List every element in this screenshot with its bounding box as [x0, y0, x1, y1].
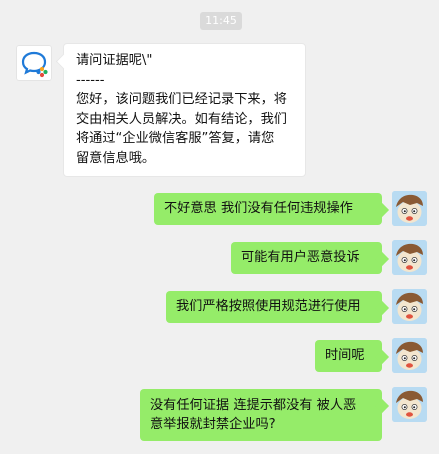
user-avatar[interactable]: [392, 289, 427, 324]
user-avatar[interactable]: [392, 387, 427, 422]
incoming-message-bubble[interactable]: 请问证据呢\" ------ 您好，该问题我们已经记录下来，将 交由相关人员解决…: [63, 43, 306, 177]
message-line: ------: [76, 72, 105, 88]
outgoing-message-bubble[interactable]: 时间呢: [315, 340, 382, 372]
user-avatar[interactable]: [392, 191, 427, 226]
message-line: 没有任何证据 连提示都没有 被人恶: [150, 398, 357, 413]
outgoing-message-bubble[interactable]: 不好意思 我们没有任何违规操作: [154, 193, 382, 225]
message-line: 意举报就封禁企业吗?: [150, 417, 276, 432]
message-text: 不好意思 我们没有任何违规操作: [164, 201, 353, 216]
outgoing-message-bubble[interactable]: 没有任何证据 连提示都没有 被人恶 意举报就封禁企业吗?: [140, 389, 382, 441]
message-text: 可能有用户恶意投诉: [241, 250, 360, 265]
message-line: 交由相关人员解决。如有结论，我们: [76, 111, 287, 127]
message-line: 请问证据呢\": [76, 53, 153, 68]
wecom-logo-icon[interactable]: [16, 45, 52, 81]
message-line: 将通过“企业微信客服”答复，请您: [76, 131, 275, 146]
outgoing-message-bubble[interactable]: 我们严格按照使用规范进行使用: [166, 291, 382, 323]
message-text: 我们严格按照使用规范进行使用: [176, 299, 361, 314]
message-line: 您好，该问题我们已经记录下来，将: [76, 92, 287, 107]
message-line: 留意信息哦。: [76, 150, 156, 166]
outgoing-message-bubble[interactable]: 可能有用户恶意投诉: [231, 242, 382, 274]
timestamp-pill: 11:45: [200, 12, 242, 30]
user-avatar[interactable]: [392, 240, 427, 275]
user-avatar[interactable]: [392, 338, 427, 373]
message-text: 时间呢: [325, 348, 365, 363]
